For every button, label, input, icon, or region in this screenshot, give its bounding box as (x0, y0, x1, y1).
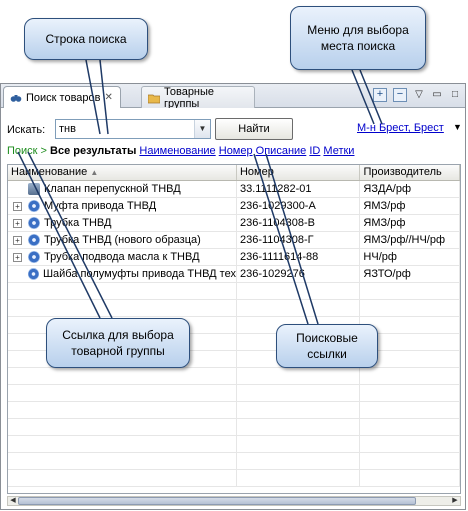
tab-product-search-label: Поиск товаров (26, 91, 101, 104)
expand-icon[interactable]: + (13, 218, 22, 228)
expand-icon[interactable]: + (13, 235, 22, 245)
callout-search-line: Строка поиска (24, 18, 148, 60)
empty-row (8, 300, 460, 317)
empty-row (8, 453, 460, 470)
cell-name: + Трубка ТНВД (8, 215, 237, 231)
table-row[interactable]: Клапан перепускной ТНВД 33.1111282-01 ЯЗДА… (8, 181, 460, 198)
search-combobox[interactable]: тнв ▼ (55, 119, 211, 139)
column-header-name[interactable]: Наименование ▲ (8, 165, 237, 180)
empty-row (8, 470, 460, 487)
table-row[interactable]: + Трубка подвода масла к ТНВД 236-1111614-… (8, 249, 460, 266)
place-menu-arrow-icon[interactable]: ▼ (453, 122, 462, 132)
search-input[interactable]: тнв (56, 123, 194, 135)
cell-name: Клапан перепускной ТНВД (8, 181, 237, 197)
maximize-icon[interactable]: □ (449, 89, 461, 101)
scrollbar-thumb[interactable] (18, 497, 416, 505)
cell-number: 236-1111614-88 (237, 249, 361, 265)
cell-name: + Трубка ТНВД (нового образца) (8, 232, 237, 248)
folder-icon (147, 92, 161, 104)
row-name: Трубка подвода масла к ТНВД (44, 251, 200, 263)
gear-icon (28, 200, 40, 212)
search-panel: Искать: тнв ▼ Найти М-н Брест, Брест ▼ П… (1, 108, 465, 509)
cell-maker: НЧ/рф (360, 249, 460, 265)
view-toolbar: + − ▽ ▭ □ (373, 88, 461, 102)
tab-product-groups-label: Товарные группы (164, 85, 215, 110)
row-name: Трубка ТНВД (44, 217, 112, 229)
cell-number: 236-1029276 (237, 266, 361, 282)
cell-maker: ЯМЗ/рф//НЧ/рф (360, 232, 460, 248)
minimize-icon[interactable]: ▭ (431, 89, 443, 101)
table-row[interactable]: + Трубка ТНВД (нового образца) 236-1104308… (8, 232, 460, 249)
cell-name: Шайба полумуфты привода ТНВД тех (8, 266, 237, 282)
all-results-label: Все результаты (50, 145, 137, 157)
row-name: Шайба полумуфты привода ТНВД тех (42, 268, 236, 280)
column-header-maker[interactable]: Производитель (360, 165, 460, 180)
empty-row (8, 402, 460, 419)
plus-icon[interactable]: + (373, 88, 387, 102)
search-root-link[interactable]: Поиск (7, 145, 37, 157)
empty-row (8, 368, 460, 385)
row-name: Муфта привода ТНВД (44, 200, 157, 212)
chevron-down-icon[interactable]: ▼ (194, 120, 210, 138)
menu-arrow-icon[interactable]: ▽ (413, 89, 425, 101)
table-row[interactable]: Шайба полумуфты привода ТНВД тех 236-1029… (8, 266, 460, 283)
gear-icon (27, 268, 39, 280)
column-header-number[interactable]: Номер (237, 165, 361, 180)
empty-row (8, 283, 460, 300)
link-description[interactable]: Описание (256, 145, 307, 157)
find-button[interactable]: Найти (215, 118, 293, 140)
close-icon[interactable]: ✕ (105, 92, 113, 103)
empty-row (8, 385, 460, 402)
scroll-right-icon[interactable]: ▶ (450, 496, 460, 506)
link-name[interactable]: Наименование (139, 145, 215, 157)
callout-search-links: Поисковые ссылки (276, 324, 378, 368)
table-row[interactable]: + Муфта привода ТНВД 236-1029300-А ЯМЗ/рф (8, 198, 460, 215)
cell-maker: ЯМЗ/рф (360, 215, 460, 231)
table-row[interactable]: + Трубка ТНВД 236-1104308-В ЯМЗ/рф (8, 215, 460, 232)
link-id[interactable]: ID (309, 145, 320, 157)
tab-product-search[interactable]: Поиск товаров ✕ (3, 86, 121, 108)
gear-icon (28, 251, 40, 263)
search-label: Искать: (7, 124, 46, 136)
gear-icon (28, 217, 40, 229)
row-name: Трубка ТНВД (нового образца) (44, 234, 201, 246)
tab-product-groups[interactable]: Товарные группы (141, 85, 255, 110)
binoculars-icon (10, 92, 22, 104)
cell-name: + Муфта привода ТНВД (8, 198, 237, 214)
expand-icon[interactable]: + (13, 201, 22, 211)
minus-icon[interactable]: − (393, 88, 407, 102)
cell-maker: ЯМЗ/рф (360, 198, 460, 214)
search-place-link[interactable]: М-н Брест, Брест (357, 122, 444, 134)
tab-bar: Поиск товаров ✕ Товарные группы + − ▽ ▭ … (1, 84, 465, 110)
cell-number: 33.1111282-01 (237, 181, 361, 197)
empty-row (8, 419, 460, 436)
product-search-window: Поиск товаров ✕ Товарные группы + − ▽ ▭ … (0, 83, 466, 510)
cell-number: 236-1029300-А (237, 198, 361, 214)
cell-name: + Трубка подвода масла к ТНВД (8, 249, 237, 265)
row-name: Клапан перепускной ТНВД (44, 183, 181, 195)
callout-place-menu: Меню для выбора места поиска (290, 6, 426, 70)
cell-maker: ЯЗТО/рф (360, 266, 460, 282)
breadcrumb-separator: > (40, 145, 47, 157)
callout-group-link: Ссылка для выбора товарной группы (46, 318, 190, 368)
empty-row (8, 436, 460, 453)
link-number[interactable]: Номер (219, 145, 253, 157)
horizontal-scrollbar[interactable]: ◀ ▶ (7, 496, 461, 506)
cell-maker: ЯЗДА/рф (360, 181, 460, 197)
link-tags[interactable]: Метки (323, 145, 354, 157)
lock-icon (28, 183, 40, 195)
cell-number: 236-1104308-Г (237, 232, 361, 248)
table-header: Наименование ▲ Номер Производитель (8, 165, 460, 181)
expand-icon[interactable]: + (13, 252, 22, 262)
search-links-bar: Поиск > Все результаты Наименование Номе… (7, 145, 354, 157)
cell-number: 236-1104308-В (237, 215, 361, 231)
sort-arrow-icon: ▲ (90, 168, 99, 177)
search-row: Искать: тнв ▼ Найти М-н Брест, Брест ▼ (7, 118, 462, 142)
scroll-left-icon[interactable]: ◀ (8, 496, 18, 506)
gear-icon (28, 234, 40, 246)
